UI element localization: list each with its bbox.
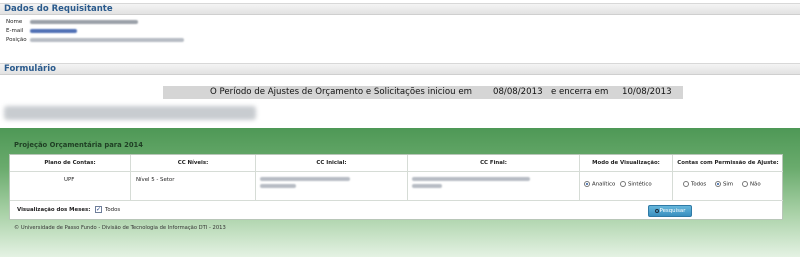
email-label: E-mail (6, 28, 24, 34)
plano-contas-value: UPF (64, 177, 75, 183)
contas-todos-option[interactable]: Todos (683, 181, 706, 189)
modo-visualizacao-group: Analítico Sintético (580, 172, 673, 201)
header-contas-permissao: Contas com Permissão de Ajuste: (673, 155, 783, 172)
radio-icon[interactable] (683, 181, 689, 187)
sector-title-redacted (4, 106, 256, 120)
search-button[interactable]: Pesquisar (648, 205, 692, 217)
radio-selected-icon[interactable] (584, 181, 590, 187)
checkbox-checked-icon[interactable]: ✓ (95, 206, 102, 213)
radio-icon[interactable] (742, 181, 748, 187)
contas-sim-option[interactable]: Sim (715, 181, 733, 189)
contas-permissao-group: Todos Sim Não (673, 172, 783, 201)
period-middle: e encerra em (551, 87, 609, 97)
period-start-date: 08/08/2013 (493, 87, 543, 97)
meses-todos-label: Todos (105, 207, 121, 213)
contas-sim-label: Sim (723, 181, 734, 188)
posicao-label: Posição (6, 37, 27, 43)
cc-final-line2-redacted (412, 184, 442, 188)
nome-value-redacted (29, 19, 138, 24)
meses-label: Visualização dos Meses: (17, 207, 91, 213)
section-header-formulario: Formulário (0, 63, 800, 75)
cc-inicial-line2-redacted (260, 184, 296, 188)
cc-final-select[interactable] (408, 172, 580, 201)
months-row: Visualização dos Meses: ✓ Todos Pesquisa… (10, 201, 782, 220)
modo-analitico-option[interactable]: Analítico (584, 181, 615, 189)
period-prefix: O Período de Ajustes de Orçamento e Soli… (210, 87, 473, 97)
footer-copyright: © Universidade de Passo Fundo - Divisão … (14, 225, 226, 231)
email-value-redacted[interactable] (29, 28, 77, 33)
posicao-row: Posição (6, 36, 184, 44)
radio-selected-icon[interactable] (715, 181, 721, 187)
header-cc-final: CC Final: (408, 155, 580, 172)
cc-niveis-value: Nível 5 - Setor (136, 177, 175, 183)
cc-niveis-select[interactable]: Nível 5 - Setor (131, 172, 256, 201)
email-row: E-mail (6, 27, 77, 35)
modo-analitico-label: Analítico (592, 181, 616, 188)
section-header-requisitante: Dados do Requisitante (0, 3, 800, 15)
nome-label: Nome (6, 19, 23, 25)
search-icon (654, 208, 659, 213)
period-banner: O Período de Ajustes de Orçamento e Soli… (163, 86, 683, 99)
plano-contas-select[interactable]: UPF (10, 172, 131, 201)
modo-sintetico-option[interactable]: Sintético (620, 181, 652, 189)
modo-sintetico-label: Sintético (628, 181, 652, 188)
period-end-date: 10/08/2013 (622, 87, 672, 97)
projection-form-table: Plano de Contas: CC Níveis: CC Inicial: … (9, 154, 783, 220)
cc-final-line1-redacted (412, 177, 530, 181)
header-cc-inicial: CC Inicial: (256, 155, 408, 172)
cc-inicial-select[interactable] (256, 172, 408, 201)
header-modo-visualizacao: Modo de Visualização: (580, 155, 673, 172)
header-cc-niveis: CC Níveis: (131, 155, 256, 172)
radio-icon[interactable] (620, 181, 626, 187)
panel-title: Projeção Orçamentária para 2014 (14, 141, 144, 149)
contas-todos-label: Todos (691, 181, 707, 188)
nome-row: Nome (6, 18, 138, 26)
cc-inicial-line1-redacted (260, 177, 350, 181)
header-plano-contas: Plano de Contas: (10, 155, 131, 172)
posicao-value-redacted (29, 37, 184, 42)
search-button-label: Pesquisar (659, 208, 686, 214)
contas-nao-label: Não (750, 181, 761, 188)
contas-nao-option[interactable]: Não (742, 181, 761, 189)
